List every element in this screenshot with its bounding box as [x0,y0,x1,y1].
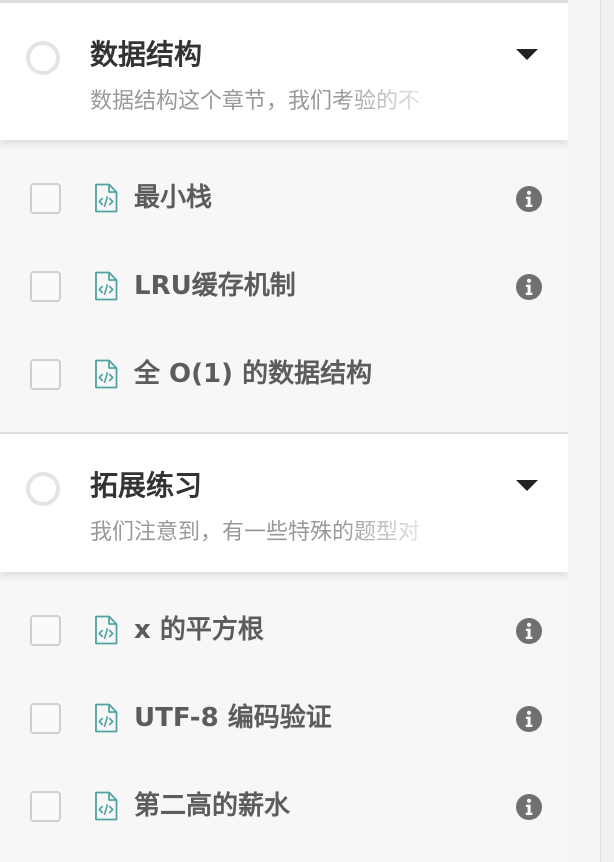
section-title: 拓展练习 [90,469,203,502]
item-label[interactable]: LRU缓存机制 [134,269,296,303]
code-file-icon [94,703,118,733]
code-file-icon [94,183,118,213]
scrollbar-track[interactable] [568,0,600,862]
info-icon[interactable] [516,186,542,212]
section-item-list: 最小栈 LRU缓存机制全 O(1) 的数据结构 [0,140,568,432]
code-file-icon [94,615,118,645]
item-checkbox[interactable] [30,791,61,822]
code-file-icon [94,359,118,389]
list-item[interactable]: 最小栈 [0,155,568,243]
section-item-list: x 的平方根 UTF-8 编码验证 第二高的薪水 [0,572,568,862]
info-icon[interactable] [516,274,542,300]
info-icon[interactable] [516,794,542,820]
item-label[interactable]: 最小栈 [134,181,212,215]
caret-down-icon[interactable] [516,480,538,491]
item-label[interactable]: UTF-8 编码验证 [134,701,332,735]
item-checkbox[interactable] [30,271,61,302]
circle-outline-icon [26,472,60,506]
item-label[interactable]: 第二高的薪水 [134,789,290,823]
item-label[interactable]: 全 O(1) 的数据结构 [134,357,372,391]
section-description: 数据结构这个章节，我们考验的不 [90,89,421,114]
circle-outline-icon [26,41,60,75]
section-list: 数据结构数据结构这个章节，我们考验的不最小栈 LRU缓存机制全 O(1) 的数据结… [0,0,568,862]
section-description: 我们注意到，有一些特殊的题型对 [90,520,421,545]
list-item[interactable]: UTF-8 编码验证 [0,675,568,763]
list-item[interactable]: 第二高的薪水 [0,763,568,851]
item-checkbox[interactable] [30,183,61,214]
section-header[interactable]: 拓展练习我们注意到，有一些特殊的题型对 [0,432,568,572]
info-icon[interactable] [516,706,542,732]
item-checkbox[interactable] [30,703,61,734]
item-checkbox[interactable] [30,359,61,390]
item-checkbox[interactable] [30,615,61,646]
caret-down-icon[interactable] [516,49,538,60]
list-item[interactable]: 全 O(1) 的数据结构 [0,331,568,419]
item-label[interactable]: x 的平方根 [134,613,264,647]
chapter-list-panel: 数据结构数据结构这个章节，我们考验的不最小栈 LRU缓存机制全 O(1) 的数据结… [0,0,568,862]
app-root: 数据结构数据结构这个章节，我们考验的不最小栈 LRU缓存机制全 O(1) 的数据结… [0,0,614,862]
info-icon[interactable] [516,618,542,644]
list-item[interactable]: x 的平方根 [0,587,568,675]
code-file-icon [94,271,118,301]
code-file-icon [94,791,118,821]
section-header[interactable]: 数据结构数据结构这个章节，我们考验的不 [0,0,568,140]
right-edge-rail [600,0,614,862]
list-item[interactable]: LRU缓存机制 [0,243,568,331]
section-title: 数据结构 [90,38,203,71]
